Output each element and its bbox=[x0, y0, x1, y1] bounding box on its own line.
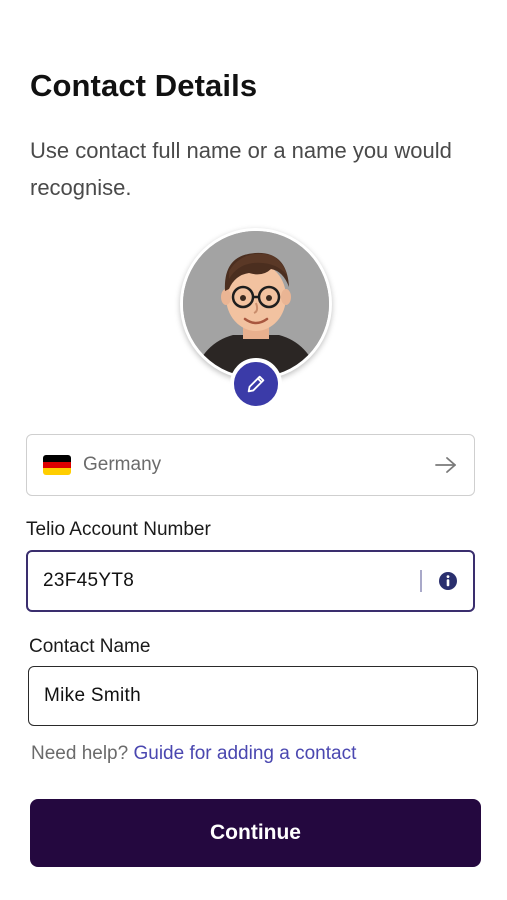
country-name: Germany bbox=[83, 454, 162, 475]
account-number-label: Telio Account Number bbox=[26, 519, 211, 540]
account-number-input[interactable]: 23F45YT8 bbox=[26, 550, 475, 612]
avatar-illustration bbox=[183, 231, 329, 377]
page-subtitle: Use contact full name or a name you woul… bbox=[30, 138, 452, 200]
arrow-right-icon bbox=[435, 457, 456, 473]
avatar-container bbox=[180, 228, 332, 410]
guide-link[interactable]: Guide for adding a contact bbox=[133, 743, 356, 764]
pencil-icon bbox=[247, 375, 265, 393]
contact-name-value: Mike Smith bbox=[44, 685, 141, 706]
germany-flag-icon bbox=[43, 455, 71, 475]
continue-button[interactable]: Continue bbox=[30, 799, 481, 867]
contact-name-input[interactable]: Mike Smith bbox=[28, 666, 478, 726]
help-prefix: Need help? bbox=[31, 743, 129, 764]
contact-name-label: Contact Name bbox=[29, 636, 151, 657]
account-number-value: 23F45YT8 bbox=[43, 570, 135, 591]
help-text: Need help? Guide for adding a contact bbox=[31, 743, 356, 765]
country-selector[interactable]: Germany bbox=[26, 434, 475, 496]
page-title: Contact Details bbox=[30, 68, 258, 103]
info-icon[interactable] bbox=[438, 571, 458, 591]
field-divider bbox=[420, 570, 422, 592]
contact-details-screen: Contact Details Use contact full name or… bbox=[0, 0, 507, 900]
edit-avatar-button[interactable] bbox=[230, 358, 282, 410]
